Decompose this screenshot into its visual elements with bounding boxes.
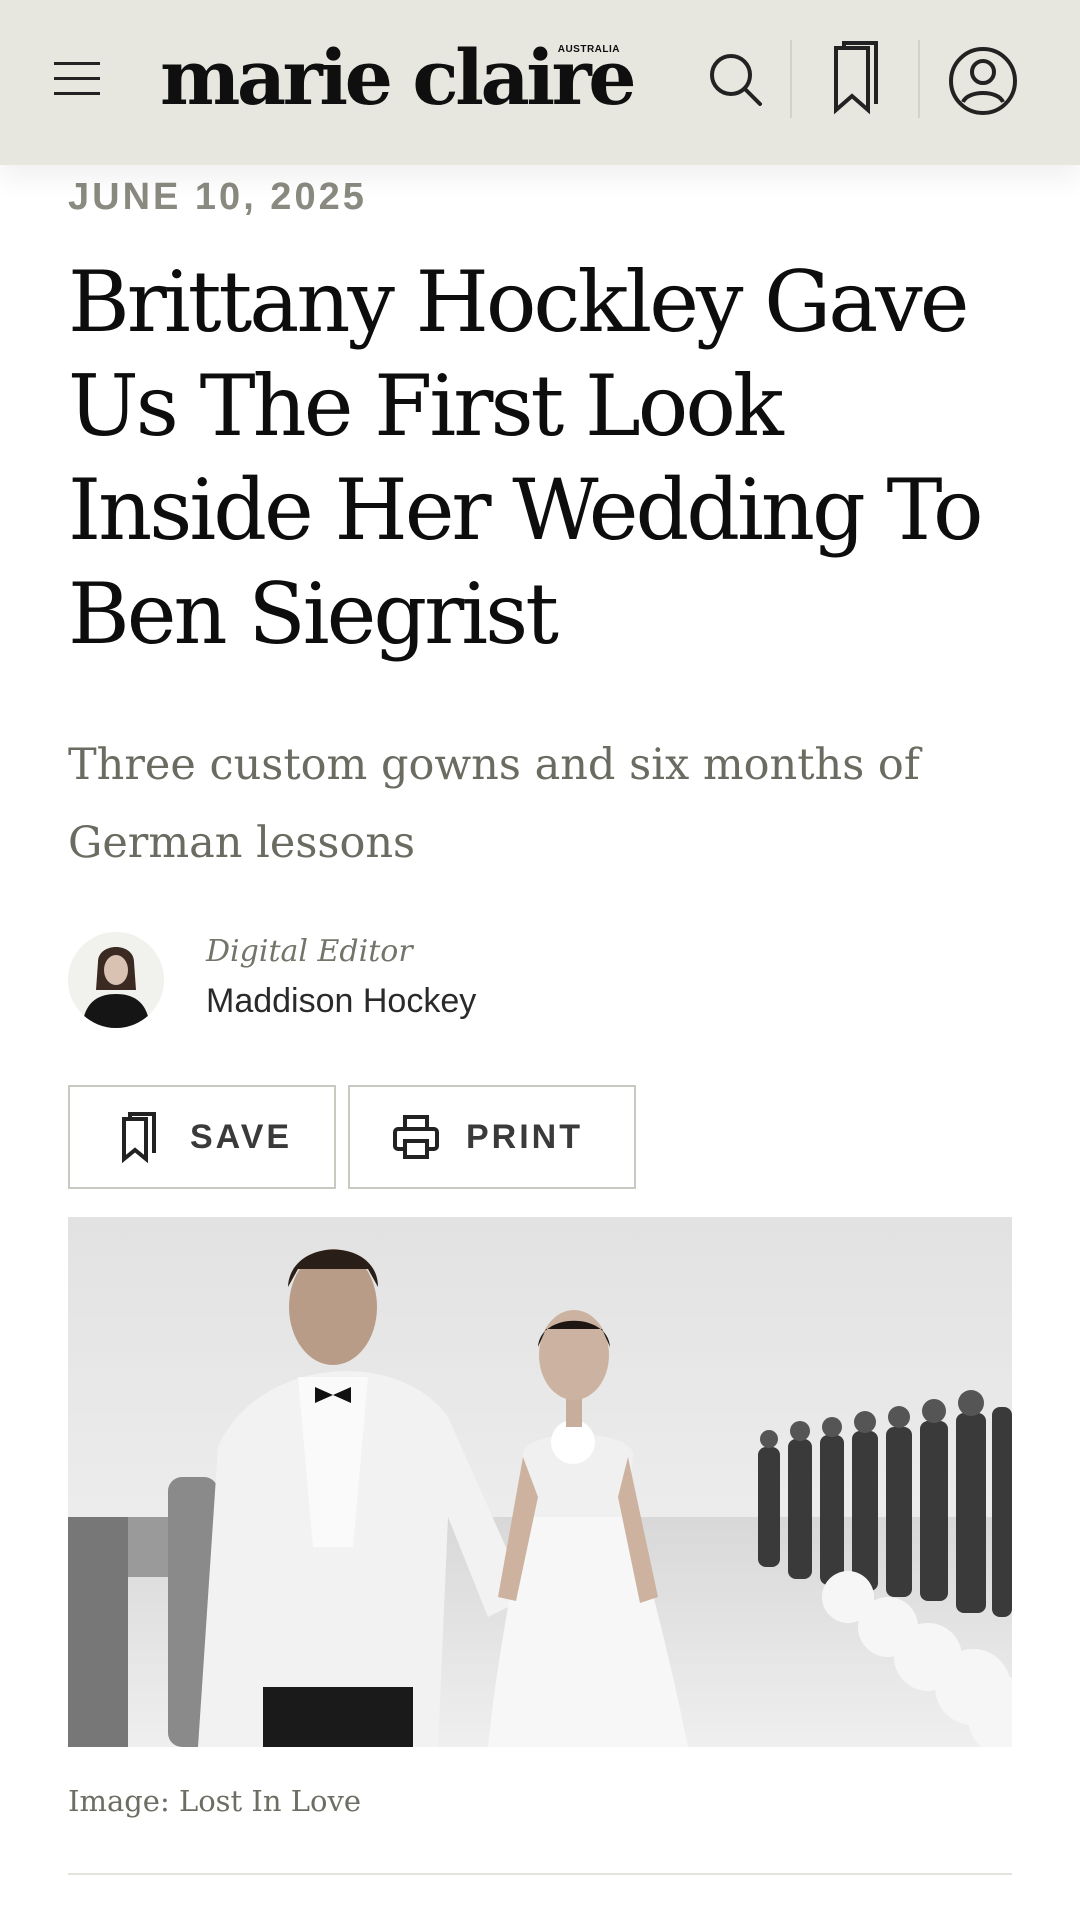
article-headline: Brittany Hockley Gave Us The First Look … [68, 253, 984, 663]
bookmark-icon [122, 1112, 156, 1163]
header-divider [790, 40, 792, 118]
wedding-photo [68, 1217, 1012, 1747]
account-icon[interactable] [946, 44, 1020, 118]
article-subtitle: Three custom gowns and six months of Ger… [68, 740, 920, 868]
bookmark-icon[interactable] [820, 40, 890, 120]
print-label: PRINT [466, 1117, 583, 1156]
author-role: Digital Editor [206, 934, 413, 969]
print-button[interactable]: PRINT [348, 1085, 636, 1189]
menu-icon[interactable] [52, 58, 102, 100]
save-button[interactable]: SAVE [68, 1085, 336, 1189]
author-avatar[interactable] [68, 932, 164, 1028]
logo-region-label: AUSTRALIA [557, 44, 620, 55]
search-icon[interactable] [706, 50, 766, 110]
avatar-portrait [68, 932, 164, 1028]
author-name[interactable]: Maddison Hockey [206, 982, 476, 1021]
content-divider [68, 1873, 1012, 1875]
image-caption: Image: Lost In Love [68, 1784, 362, 1818]
site-logo[interactable]: marie claire AUSTRALIA [160, 32, 637, 124]
save-label: SAVE [190, 1117, 293, 1156]
header-divider [918, 40, 920, 118]
hero-image[interactable] [68, 1217, 1012, 1747]
publish-date: JUNE 10, 2025 [68, 176, 367, 218]
site-header: marie claire AUSTRALIA [0, 0, 1080, 165]
printer-icon [393, 1115, 439, 1159]
